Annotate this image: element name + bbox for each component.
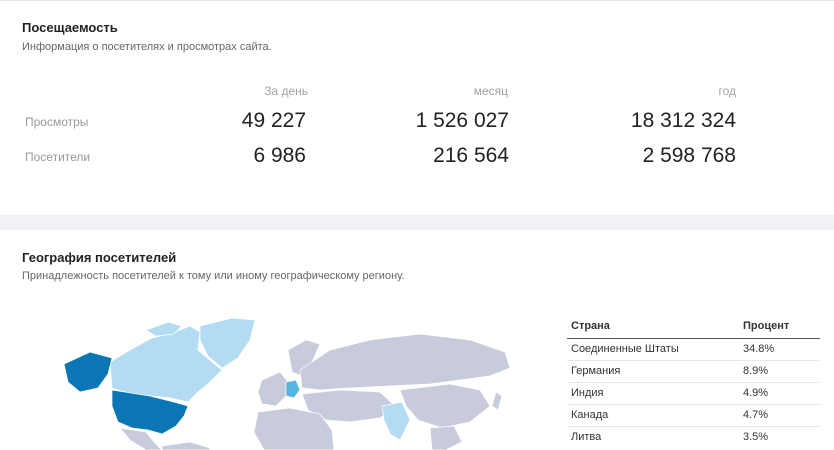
geography-subtitle: Принадлежность посетителей к тому или ин… bbox=[22, 270, 405, 282]
attendance-title: Посещаемость bbox=[22, 20, 118, 35]
country-name: Канада bbox=[567, 404, 739, 427]
column-header-country[interactable]: Страна bbox=[567, 316, 739, 339]
country-percent: 4.7% bbox=[739, 404, 820, 427]
table-row: Индия 4.9% bbox=[567, 382, 820, 405]
country-name: Литва bbox=[571, 431, 602, 443]
stat-visitors-month: 216 564 bbox=[433, 144, 509, 167]
region-europe-west[interactable] bbox=[257, 371, 291, 407]
stat-views-day: 49 227 bbox=[241, 109, 306, 132]
stat-visitors-year: 2 598 768 bbox=[642, 144, 736, 167]
stat-views-year: 18 312 324 bbox=[630, 109, 736, 132]
country-percent: 4.9% bbox=[739, 382, 820, 405]
table-row: Германия 8.9% bbox=[567, 360, 820, 383]
column-header-day: За день bbox=[264, 84, 308, 98]
region-germany[interactable] bbox=[285, 379, 301, 399]
country-name: Индия bbox=[567, 382, 739, 405]
country-table: Страна Процент Соединенные Штаты 34.8% Г… bbox=[567, 316, 820, 448]
country-percent: 8.9% bbox=[739, 360, 820, 383]
attendance-card: Посещаемость Информация о посетителях и … bbox=[0, 0, 834, 215]
geography-card: География посетителей Принадлежность пос… bbox=[0, 230, 834, 450]
column-header-percent[interactable]: Процент bbox=[739, 316, 820, 339]
table-row: Литва 3.5% bbox=[567, 427, 820, 449]
stat-visitors-day: 6 986 bbox=[253, 144, 306, 167]
geography-title: География посетителей bbox=[22, 250, 177, 265]
table-row: Соединенные Штаты 34.8% bbox=[567, 338, 820, 361]
country-name: Германия bbox=[567, 360, 739, 383]
row-label-views: Просмотры bbox=[25, 115, 89, 129]
region-southeast-asia[interactable] bbox=[429, 425, 463, 450]
column-header-year: год bbox=[718, 84, 736, 98]
country-percent: 3.5% bbox=[743, 431, 769, 443]
region-india[interactable] bbox=[381, 401, 411, 441]
region-south-america[interactable] bbox=[161, 441, 211, 450]
region-alaska[interactable] bbox=[63, 351, 113, 393]
country-name: Соединенные Штаты bbox=[567, 338, 739, 361]
region-china[interactable] bbox=[399, 383, 491, 429]
country-percent: 34.8% bbox=[739, 338, 820, 361]
region-japan[interactable] bbox=[491, 391, 503, 411]
region-russia[interactable] bbox=[299, 333, 511, 391]
world-map[interactable] bbox=[50, 310, 520, 450]
stat-views-month: 1 526 027 bbox=[415, 109, 509, 132]
table-row: Канада 4.7% bbox=[567, 404, 820, 427]
column-header-month: месяц bbox=[473, 84, 508, 98]
row-label-visitors: Посетители bbox=[25, 150, 91, 164]
attendance-subtitle: Информация о посетителях и просмотрах са… bbox=[22, 41, 272, 53]
